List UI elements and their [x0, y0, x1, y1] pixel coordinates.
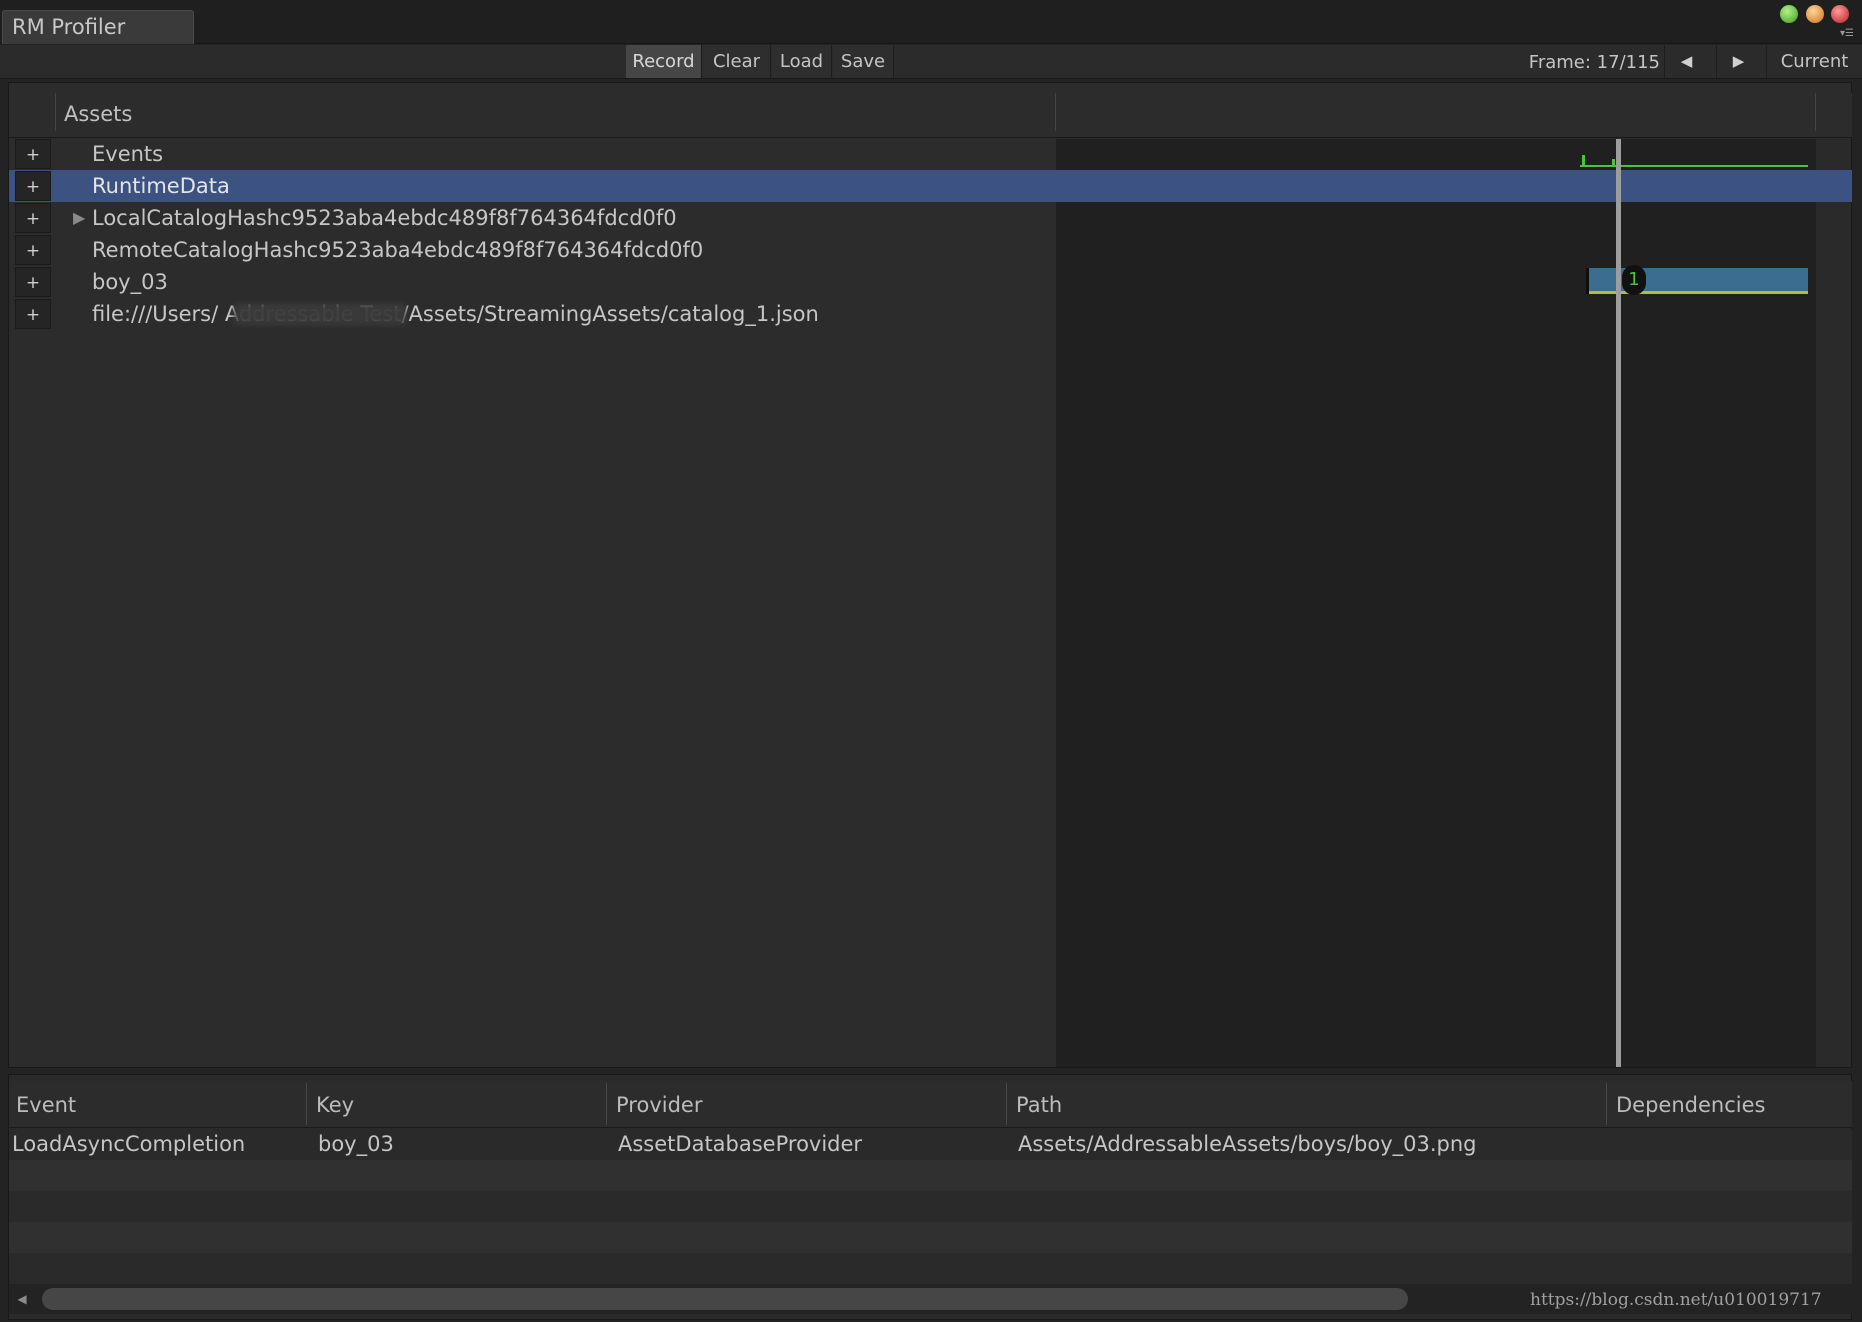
header-separator — [55, 93, 56, 131]
event-spike — [1612, 159, 1615, 167]
header-separator — [1055, 93, 1056, 131]
expand-button[interactable]: + — [15, 139, 51, 169]
cell-key: boy_03 — [318, 1132, 394, 1156]
disclosure-triangle-icon[interactable]: ▶ — [73, 202, 89, 232]
tree-row-label: LocalCatalogHashc9523aba4ebdc489f8f76436… — [92, 206, 677, 230]
minimize-icon[interactable] — [1780, 5, 1798, 23]
tree-row-runtimedata[interactable]: + RuntimeData — [9, 170, 1852, 202]
tree-row-label: Events — [92, 142, 164, 166]
maximize-icon[interactable] — [1806, 5, 1824, 23]
ref-count-badge: 1 — [1622, 265, 1646, 295]
toolbar: Record Clear Load Save Frame: 17/115 ◀ ▶… — [0, 45, 1862, 79]
next-frame-button[interactable]: ▶ — [1716, 45, 1760, 78]
prev-frame-button[interactable]: ◀ — [1664, 45, 1708, 78]
column-header-key[interactable]: Key — [316, 1093, 354, 1117]
current-frame-button[interactable]: Current — [1766, 45, 1862, 78]
triangle-right-icon: ▶ — [1732, 52, 1745, 70]
asset-lifetime-bar[interactable] — [1588, 268, 1808, 293]
table-header-row — [9, 1081, 1852, 1128]
column-separator[interactable] — [306, 1083, 307, 1125]
scrollbar-thumb[interactable] — [42, 1288, 1408, 1310]
table-row-empty — [9, 1160, 1852, 1191]
tree-row-label: boy_03 — [92, 270, 168, 294]
asset-load-line — [1588, 291, 1808, 294]
column-header-event[interactable]: Event — [16, 1093, 76, 1117]
menu-icon[interactable]: ▾☰ — [1834, 28, 1854, 40]
tree-row-label: RemoteCatalogHashc9523aba4ebdc489f8f7643… — [92, 238, 704, 262]
frame-cursor[interactable] — [1616, 139, 1621, 1067]
tree-row-events[interactable]: + Events — [9, 138, 1852, 170]
column-header-path[interactable]: Path — [1016, 1093, 1062, 1117]
tree-row-boy-03[interactable]: + boy_03 — [9, 266, 1852, 298]
watermark: https://blog.csdn.net/u010019717 — [1530, 1290, 1822, 1310]
cell-provider: AssetDatabaseProvider — [618, 1132, 863, 1156]
expand-button[interactable]: + — [15, 171, 51, 201]
expand-button[interactable]: + — [15, 235, 51, 265]
assets-header-row — [9, 93, 1852, 138]
column-separator[interactable] — [1006, 1083, 1007, 1125]
header-separator — [1815, 93, 1816, 131]
event-spike — [1582, 155, 1585, 167]
table-row[interactable]: LoadAsyncCompletion boy_03 AssetDatabase… — [9, 1129, 1852, 1160]
frame-counter: Frame: 17/115 — [1528, 52, 1660, 73]
title-bar — [0, 0, 1862, 44]
expand-button[interactable]: + — [15, 267, 51, 297]
load-button[interactable]: Load — [772, 45, 832, 78]
scroll-left-icon[interactable]: ◀ — [12, 1288, 32, 1310]
column-separator[interactable] — [606, 1083, 607, 1125]
tree-row-label: file:///Users/ Addressable Test/Assets/S… — [92, 302, 819, 326]
expand-button[interactable]: + — [15, 203, 51, 233]
table-row-empty — [9, 1191, 1852, 1222]
tree-row-label: RuntimeData — [92, 174, 230, 198]
table-row-empty — [9, 1222, 1852, 1253]
cell-event: LoadAsyncCompletion — [12, 1132, 246, 1156]
triangle-left-icon: ◀ — [1680, 52, 1693, 70]
column-header-provider[interactable]: Provider — [616, 1093, 702, 1117]
tree-row-local-catalog[interactable]: + ▶ LocalCatalogHashc9523aba4ebdc489f8f7… — [9, 202, 1852, 234]
cell-path: Assets/AddressableAssets/boys/boy_03.png — [1018, 1132, 1477, 1156]
table-row-empty — [9, 1253, 1852, 1284]
redacted-username — [234, 303, 406, 325]
close-icon[interactable] — [1831, 5, 1849, 23]
column-header-dependencies[interactable]: Dependencies — [1616, 1093, 1765, 1117]
expand-button[interactable]: + — [15, 299, 51, 329]
assets-column-header[interactable]: Assets — [64, 102, 132, 126]
clear-button[interactable]: Clear — [703, 45, 771, 78]
save-button[interactable]: Save — [833, 45, 894, 78]
window-tab[interactable]: RM Profiler — [2, 10, 194, 44]
asset-start-marker — [1586, 268, 1589, 294]
tree-row-remote-catalog[interactable]: + RemoteCatalogHashc9523aba4ebdc489f8f76… — [9, 234, 1852, 266]
record-button[interactable]: Record — [626, 45, 702, 78]
column-separator[interactable] — [1606, 1083, 1607, 1125]
window-title: RM Profiler — [12, 15, 126, 39]
